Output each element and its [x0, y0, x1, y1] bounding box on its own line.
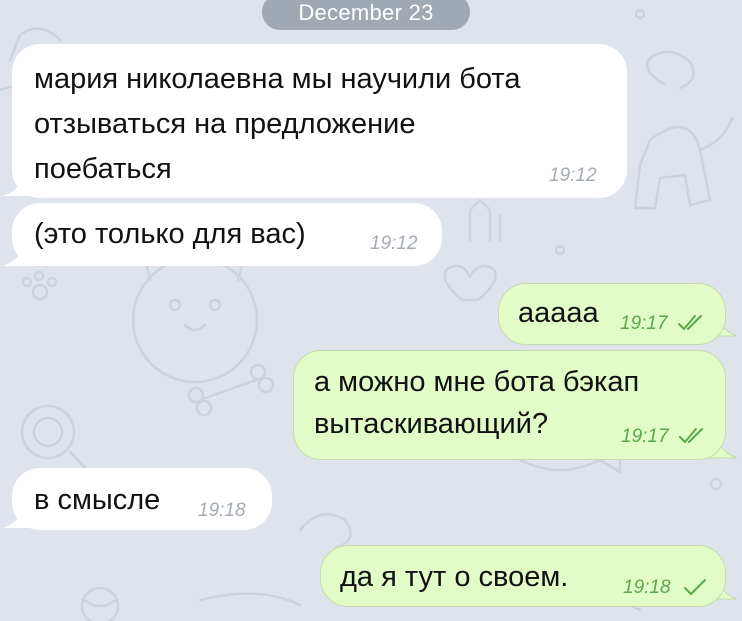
message-time: 19:12 [549, 165, 597, 186]
message-text: отзываться на предложение [34, 108, 416, 140]
outgoing-message[interactable]: ааааа 19:17 [498, 283, 726, 345]
incoming-message[interactable]: мария николаевна мы научили бота отзыват… [12, 44, 627, 198]
message-text: да я тут о своем. [340, 561, 569, 593]
message-time: 19:17 [621, 426, 669, 447]
date-separator: December 23 [262, 0, 470, 30]
message-text: вытаскивающий? [314, 408, 549, 440]
message-text: поебаться [34, 153, 172, 185]
read-double-check-icon [679, 428, 703, 443]
message-text: в смысле [34, 484, 161, 516]
message-text: а можно мне бота бэкап [314, 366, 640, 398]
outgoing-message[interactable]: а можно мне бота бэкап вытаскивающий? 19… [293, 350, 726, 460]
message-time: 19:12 [370, 233, 418, 254]
message-time: 19:17 [620, 313, 668, 334]
sent-single-check-icon [684, 579, 706, 595]
message-text: ааааа [518, 297, 599, 329]
incoming-message[interactable]: (это только для вас) 19:12 [12, 203, 442, 266]
message-time: 19:18 [623, 577, 671, 598]
message-time: 19:18 [198, 500, 246, 521]
incoming-message[interactable]: в смысле 19:18 [12, 468, 272, 530]
message-text: (это только для вас) [34, 218, 306, 250]
read-double-check-icon [678, 315, 702, 330]
message-text: мария николаевна мы научили бота [34, 63, 521, 95]
chat-screen: { "date_separator": "December 23", "colo… [0, 0, 742, 621]
outgoing-message[interactable]: да я тут о своем. 19:18 [320, 545, 726, 607]
